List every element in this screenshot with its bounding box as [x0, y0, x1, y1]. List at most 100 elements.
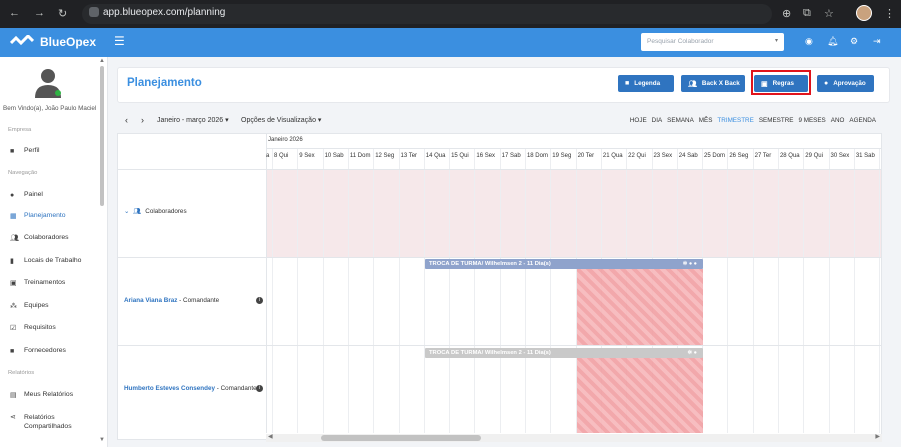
group-row-colaboradores[interactable]: ⌄ 👥︎ Colaboradores: [124, 207, 187, 215]
headset-icon[interactable]: ◉: [805, 36, 813, 47]
url-text[interactable]: app.blueopex.com/planning: [103, 7, 225, 18]
event-label: TROCA DE TURMA/ Wilhelmsen 2 - 11 Dia(s): [429, 350, 551, 356]
browser-chrome: ← → ↻ app.blueopex.com/planning ⊕ ⧉ ☆ ⋮: [0, 0, 901, 28]
sidebar-item-label-2: Compartilhados: [24, 423, 72, 430]
date-range-label: Janeiro - março 2026: [157, 117, 224, 124]
aprovacao-button[interactable]: ● Aprovação: [817, 75, 874, 92]
sidebar: Bem Vindo(a), João Paulo Maciel Empresa …: [0, 57, 108, 447]
site-settings-icon[interactable]: [89, 7, 99, 17]
search-placeholder: Pesquisar Colaborador: [647, 38, 714, 45]
view-options-select[interactable]: Opções de Visualização ▾: [241, 116, 321, 124]
sidebar-scrollbar[interactable]: [100, 66, 104, 206]
briefcase-icon: ■: [10, 348, 15, 355]
view-hoje[interactable]: HOJE: [630, 117, 647, 124]
resource-name[interactable]: Ariana Viana Braz: [124, 297, 177, 304]
day-header: 23 Sex: [653, 153, 673, 159]
gauge-icon: ●: [10, 192, 15, 199]
day-header: 31 Sab: [855, 153, 875, 159]
sidebar-item-label: Painel: [24, 191, 43, 198]
page-header: Planejamento ■ Legenda 👥︎ Back X Back ▣ …: [117, 67, 890, 103]
view-ano[interactable]: ANO: [831, 117, 845, 124]
bell-icon[interactable]: 🔔︎: [827, 36, 838, 47]
profile-avatar[interactable]: [856, 5, 872, 21]
reload-icon[interactable]: ↻: [58, 7, 67, 20]
sidebar-item-label: Perfil: [24, 147, 40, 154]
day-header: 11 Dom: [349, 153, 371, 159]
training-icon: ▣: [10, 280, 17, 287]
view-dia[interactable]: DIA: [652, 117, 663, 124]
next-icon[interactable]: ›: [141, 115, 144, 125]
event-bar[interactable]: TROCA DE TURMA/ Wilhelmsen 2 - 11 Dia(s)…: [425, 348, 703, 358]
sidebar-item-painel[interactable]: ● Painel: [10, 191, 43, 203]
regras-highlight: [751, 70, 811, 95]
day-header: 12 Seg: [375, 153, 395, 159]
view-switcher: HOJE DIA SEMANA MÊS TRIMESTRE SEMESTRE 9…: [630, 117, 876, 124]
team-icon: ⁂: [10, 303, 17, 310]
menu-icon[interactable]: ☰: [114, 34, 125, 48]
users-icon: 👥︎: [133, 208, 142, 215]
search-collaborator-select[interactable]: Pesquisar Colaborador ▾: [641, 33, 784, 51]
sidebar-item-label: Planejamento: [24, 212, 66, 219]
view-options-label: Opções de Visualização: [241, 117, 316, 124]
zoom-icon[interactable]: ⊕: [782, 7, 791, 20]
section-navegacao: Navegação: [8, 170, 38, 176]
view-trimestre[interactable]: TRIMESTRE: [717, 117, 753, 124]
more-icon[interactable]: ⋮: [884, 7, 895, 20]
star-icon[interactable]: ☆: [824, 7, 834, 20]
day-header: 14 Qua: [425, 153, 446, 159]
sidebar-item-treinamentos[interactable]: ▣ Treinamentos: [10, 279, 65, 291]
day-header: 17 Sab: [501, 153, 521, 159]
calendar-header: Janeiro 2026 a 8 Qui 9 Sex 10 Sab 11 Dom 12 S…: [266, 133, 882, 433]
check-circle-icon: ●: [824, 80, 829, 87]
view-semana[interactable]: SEMANA: [667, 117, 694, 124]
event-actions-icon[interactable]: ✲ ● ●: [683, 259, 697, 269]
legenda-button[interactable]: ■ Legenda: [618, 75, 674, 92]
view-mes[interactable]: MÊS: [699, 117, 713, 124]
gear-icon[interactable]: ⚙: [850, 36, 858, 47]
forward-icon[interactable]: →: [34, 7, 45, 19]
back-icon[interactable]: ←: [9, 7, 20, 19]
resource-name[interactable]: Humberto Esteves Consendey: [124, 385, 215, 392]
aprovacao-label: Aprovação: [833, 80, 866, 87]
sidebar-item-meus-relatorios[interactable]: ▤ Meus Relatórios: [10, 391, 73, 403]
sidebar-item-locais[interactable]: ▮ Locais de Trabalho: [10, 257, 81, 269]
day-header: 15 Qui: [451, 153, 469, 159]
scrollbar-thumb[interactable]: [321, 435, 481, 441]
sidebar-item-planejamento[interactable]: ▦ Planejamento: [10, 212, 66, 224]
logo-text: BlueOpex: [40, 35, 97, 49]
chevron-down-icon[interactable]: ⌄: [124, 208, 129, 215]
scroll-left-icon[interactable]: ◀: [268, 433, 273, 440]
info-icon[interactable]: i: [256, 385, 263, 392]
sidebar-item-fornecedores[interactable]: ■ Fornecedores: [10, 347, 66, 359]
sidebar-item-label: Colaboradores: [24, 234, 69, 241]
scroll-up-icon[interactable]: ▲: [99, 58, 105, 64]
resource-row-label: Ariana Viana Braz - Comandante: [124, 297, 219, 304]
logo-icon: [10, 35, 34, 46]
chevron-down-icon: ▾: [774, 38, 778, 44]
date-range-select[interactable]: Janeiro - março 2026 ▾: [157, 116, 229, 124]
logout-icon[interactable]: ⇥: [873, 36, 881, 47]
sidebar-item-requisitos[interactable]: ☑ Requisitos: [10, 324, 56, 336]
sidebar-item-perfil[interactable]: ■ Perfil: [10, 147, 40, 159]
day-header: 29 Qui: [805, 153, 823, 159]
scroll-right-icon[interactable]: ▶: [875, 433, 880, 440]
horizontal-scrollbar[interactable]: ◀ ▶: [266, 434, 882, 442]
extension-icon[interactable]: ⧉: [803, 7, 811, 20]
view-9-meses[interactable]: 9 MESES: [798, 117, 825, 124]
event-actions-icon[interactable]: ✲ ●: [688, 348, 697, 358]
sidebar-item-label: Requisitos: [24, 324, 56, 331]
month-label: Janeiro 2026: [268, 137, 303, 143]
backxback-label: Back X Back: [701, 80, 740, 87]
day-header: 19 Seg: [552, 153, 572, 159]
sidebar-item-equipes[interactable]: ⁂ Equipes: [10, 302, 49, 314]
scroll-down-icon[interactable]: ▼: [99, 437, 105, 443]
view-agenda[interactable]: AGENDA: [849, 117, 876, 124]
back-x-back-button[interactable]: 👥︎ Back X Back: [681, 75, 745, 92]
prev-icon[interactable]: ‹: [125, 115, 128, 125]
view-semestre[interactable]: SEMESTRE: [759, 117, 794, 124]
sidebar-item-relatorios-compartilhados[interactable]: ⋖ Relatórios Compartilhados: [10, 413, 72, 433]
sidebar-item-colaboradores[interactable]: 👥︎ Colaboradores: [10, 234, 69, 246]
event-bar[interactable]: TROCA DE TURMA/ Wilhelmsen 2 - 11 Dia(s)…: [425, 259, 703, 269]
info-icon[interactable]: i: [256, 297, 263, 304]
sidebar-item-label: Locais de Trabalho: [24, 257, 82, 264]
